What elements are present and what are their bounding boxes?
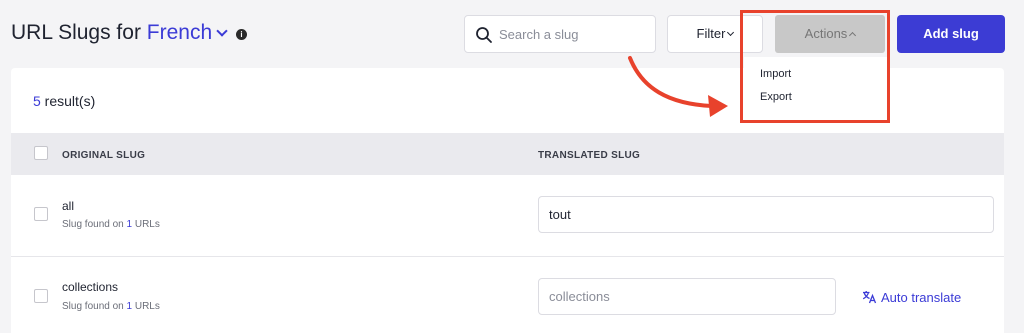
info-icon[interactable]: i xyxy=(236,29,247,40)
add-slug-button[interactable]: Add slug xyxy=(897,15,1005,53)
language-selector[interactable]: French xyxy=(146,21,228,44)
column-header-translated: TRANSLATED SLUG xyxy=(538,150,641,161)
meta-prefix: Slug found on xyxy=(62,301,127,312)
translate-icon xyxy=(862,291,877,304)
row-checkbox[interactable] xyxy=(34,289,48,303)
chevron-down-icon xyxy=(216,25,228,37)
results-count: 5 result(s) xyxy=(33,93,95,109)
row-checkbox[interactable] xyxy=(34,207,48,221)
auto-translate-label: Auto translate xyxy=(881,290,962,305)
language-label: French xyxy=(146,21,213,44)
annotation-arrow-icon xyxy=(628,56,728,117)
meta-suffix: URLs xyxy=(132,219,160,230)
original-slug: all xyxy=(62,199,75,213)
row-divider xyxy=(11,256,1004,257)
original-slug: collections xyxy=(62,280,119,294)
slug-usage-meta: Slug found on 1 URLs xyxy=(62,219,160,230)
filter-label: Filter xyxy=(696,26,726,41)
add-slug-label: Add slug xyxy=(923,26,979,41)
search-box[interactable] xyxy=(464,15,656,53)
title-prefix: URL Slugs for xyxy=(11,21,141,44)
annotation-highlight-box xyxy=(740,10,890,123)
search-input[interactable] xyxy=(499,16,649,52)
page-title: URL Slugs for French xyxy=(11,21,228,45)
translated-slug-input[interactable] xyxy=(538,278,836,315)
results-suffix: result(s) xyxy=(40,93,96,109)
meta-prefix: Slug found on xyxy=(62,219,127,230)
translated-slug-input[interactable] xyxy=(538,196,994,233)
results-number: 5 xyxy=(33,93,41,109)
search-icon xyxy=(476,27,492,43)
column-header-original: ORIGINAL SLUG xyxy=(62,150,146,161)
auto-translate-button[interactable]: Auto translate xyxy=(862,290,961,305)
select-all-checkbox[interactable] xyxy=(34,146,48,160)
chevron-down-icon xyxy=(727,28,735,37)
table-header: ORIGINAL SLUG TRANSLATED SLUG xyxy=(11,133,1004,175)
slug-usage-meta: Slug found on 1 URLs xyxy=(62,301,160,312)
meta-suffix: URLs xyxy=(132,301,160,312)
